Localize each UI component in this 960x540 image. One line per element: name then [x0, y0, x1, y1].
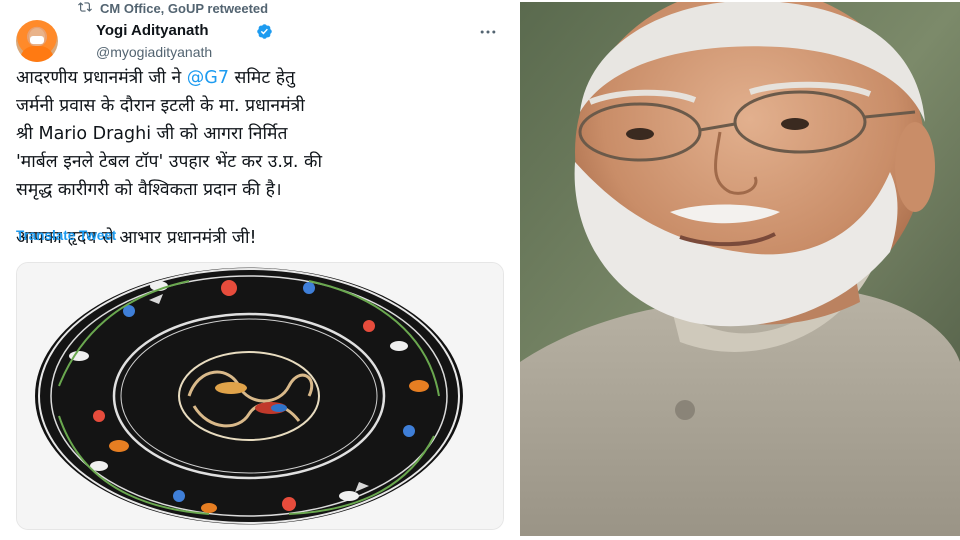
portrait-photo [520, 2, 960, 536]
marble-table-top-image [35, 267, 463, 525]
tweet-line: जर्मनी प्रवास के दौरान इटली के मा. प्रधा… [16, 96, 305, 116]
mention-link[interactable]: @G7 [187, 68, 229, 88]
tweet-line: आदरणीय प्रधानमंत्री जी ने @G7 समिट हेतु [16, 64, 510, 92]
tweet-line: 'मार्बल इनले टेबल टॉप' उपहार भेंट कर उ.प… [16, 152, 322, 172]
author-handle[interactable]: @myogiadityanath [96, 44, 212, 60]
tweet-line: श्री Mario Draghi जी को आगरा निर्मित [16, 124, 288, 144]
translate-tweet-link[interactable]: Translate Tweet [16, 228, 116, 243]
retweet-icon [78, 0, 92, 17]
tweet-line: समृद्ध कारीगरी को वैश्विकता प्रदान की है… [16, 180, 282, 200]
avatar[interactable] [16, 20, 58, 62]
tweet-media-image[interactable] [16, 262, 504, 530]
retweet-context[interactable]: CM Office, GoUP retweeted [78, 0, 268, 16]
tweet-text-segment: आदरणीय प्रधानमंत्री जी ने [16, 68, 187, 88]
author-name[interactable]: Yogi Adityanath [96, 22, 209, 39]
tweet-body: आदरणीय प्रधानमंत्री जी ने @G7 समिट हेतु … [16, 64, 510, 252]
tweet-text-segment: समिट हेतु [228, 68, 296, 88]
verified-badge-icon [256, 23, 273, 40]
tweet-card: CM Office, GoUP retweeted Yogi Adityanat… [0, 0, 512, 540]
more-options-icon[interactable] [478, 22, 498, 42]
retweet-label: CM Office, GoUP retweeted [100, 0, 269, 16]
